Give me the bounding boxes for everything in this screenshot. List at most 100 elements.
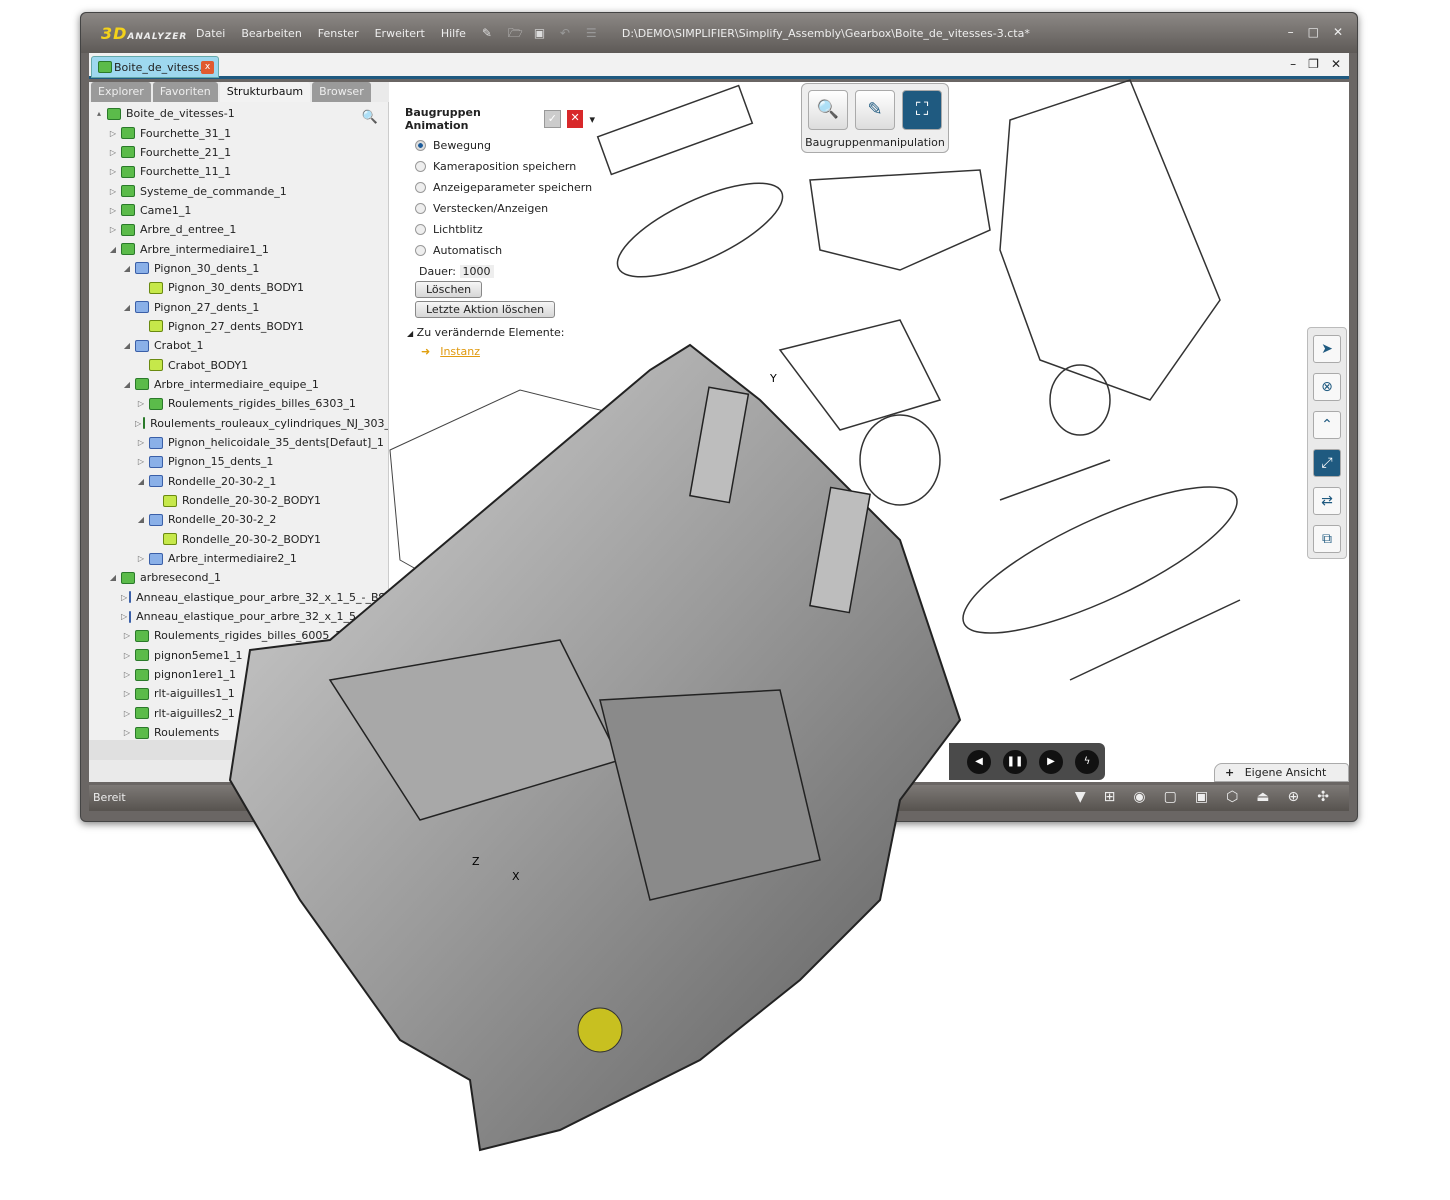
doc-restore-icon[interactable]: ❐ — [1308, 57, 1319, 71]
tree-item[interactable]: Rondelle_20-30-2_BODY1 — [89, 491, 388, 510]
doc-minimize-icon[interactable]: – — [1290, 57, 1296, 71]
explode-icon[interactable]: ⧉ — [1313, 525, 1341, 553]
expand-toggle-icon[interactable]: ▷ — [135, 457, 147, 466]
plane-icon[interactable]: ⏏ — [1256, 789, 1269, 805]
previous-icon[interactable]: ◀ — [967, 749, 991, 774]
tab-favoriten[interactable]: Favoriten — [152, 82, 218, 102]
menu-erweitert[interactable]: Erweitert — [375, 27, 425, 40]
expand-toggle-icon[interactable]: ▷ — [135, 438, 147, 447]
tree-item[interactable]: ▷ pignon1ere1_1 — [89, 665, 388, 684]
tree-item[interactable]: Crabot_BODY1 — [89, 355, 388, 374]
tree-item[interactable]: ◢ Crabot_1 — [89, 336, 388, 355]
expand-toggle-icon[interactable]: ◢ — [121, 264, 133, 273]
edit-list-icon[interactable]: ✎ — [855, 90, 895, 130]
list-icon[interactable]: ☰ — [586, 26, 600, 40]
pause-icon[interactable]: ❚❚ — [1003, 749, 1027, 774]
box-icon[interactable]: ▢ — [1164, 789, 1177, 805]
up-arrow-icon[interactable]: ⌃ — [1313, 411, 1341, 439]
undo-icon[interactable]: ↶ — [560, 26, 574, 40]
radio-icon[interactable] — [415, 140, 426, 151]
tree-item[interactable]: ◢ Rondelle_20-30-2_2 — [89, 510, 388, 529]
play-icon[interactable]: ▶ — [1039, 749, 1063, 774]
horizontal-scrollbar[interactable] — [89, 740, 388, 760]
expand-toggle-icon[interactable]: ◢ — [121, 303, 133, 312]
tree-item[interactable]: ▷ rlt-aiguilles1_1 — [89, 684, 388, 703]
menu-bearbeiten[interactable]: Bearbeiten — [241, 27, 301, 40]
expand-toggle-icon[interactable]: ▴ — [93, 109, 105, 118]
tree-item[interactable]: ▷ Fourchette_31_1 — [89, 123, 388, 142]
radio-option[interactable]: Bewegung — [415, 135, 595, 156]
tree-item[interactable]: ▴ Boite_de_vitesses-1 — [89, 104, 388, 123]
target-icon[interactable]: ⊕ — [1288, 789, 1300, 805]
plus-icon[interactable]: + — [1225, 766, 1234, 779]
radio-icon[interactable] — [415, 203, 426, 214]
menu-hilfe[interactable]: Hilfe — [441, 27, 466, 40]
tree-item[interactable]: ▷ rlt-aiguilles2_1 — [89, 704, 388, 723]
expand-toggle-icon[interactable]: ▷ — [121, 689, 133, 698]
tree-item[interactable]: ▷ Systeme_de_commande_1 — [89, 181, 388, 200]
pin-icon[interactable]: ✎ — [482, 26, 496, 40]
expand-toggle-icon[interactable]: ▷ — [135, 419, 141, 428]
radio-icon[interactable] — [415, 224, 426, 235]
open-folder-icon[interactable]: 🗁 — [508, 26, 523, 40]
fit-view-icon[interactable]: ⤢ — [1313, 449, 1341, 477]
radio-option[interactable]: Lichtblitz — [415, 219, 595, 240]
radio-option[interactable]: Verstecken/Anzeigen — [415, 198, 595, 219]
radio-option[interactable]: Anzeigeparameter speichern — [415, 177, 595, 198]
expand-toggle-icon[interactable]: ◢ — [121, 380, 133, 389]
expand-toggle-icon[interactable]: ▷ — [121, 728, 133, 737]
delete-last-action-button[interactable]: Letzte Aktion löschen — [415, 301, 556, 318]
instance-link[interactable]: Instanz — [440, 345, 480, 358]
search-icon[interactable]: 🔍 — [362, 110, 378, 125]
minimize-icon[interactable]: – — [1288, 25, 1294, 39]
3d-viewport[interactable]: Baugruppen Animation ✓ ✕ ▾ Bewegung Kamer… — [389, 82, 1349, 782]
tree-item[interactable]: Rondelle_20-30-2_BODY1 — [89, 530, 388, 549]
radio-icon[interactable] — [415, 182, 426, 193]
document-tab[interactable]: Boite_de_vitess... x — [91, 56, 219, 78]
tree-item[interactable]: ▷ pignon5eme1_1 — [89, 646, 388, 665]
select-cursor-icon[interactable]: ➤ — [1313, 335, 1341, 363]
tree-item[interactable]: ◢ Pignon_27_dents_1 — [89, 297, 388, 316]
expand-toggle-icon[interactable]: ▷ — [107, 187, 119, 196]
cancel-button[interactable]: ✕ — [566, 110, 584, 128]
tree-item[interactable]: ▷ Anneau_elastique_pour_arbre_32_x_1_5_-_… — [89, 607, 388, 626]
tree-item[interactable]: Pignon_30_dents_BODY1 — [89, 278, 388, 297]
cube-icon[interactable]: ⬡ — [1226, 789, 1238, 805]
expand-toggle-icon[interactable]: ▷ — [107, 129, 119, 138]
custom-view-tab[interactable]: + Eigene Ansicht — [1214, 763, 1349, 782]
filter-icon[interactable]: ▼ — [1075, 789, 1086, 805]
tree-item[interactable]: ▷ Arbre_d_entree_1 — [89, 220, 388, 239]
expand-toggle-icon[interactable]: ◢ — [135, 477, 147, 486]
expand-toggle-icon[interactable]: ▷ — [121, 651, 133, 660]
radio-icon[interactable] — [415, 245, 426, 256]
inspect-icon[interactable]: 🔍 — [808, 90, 848, 130]
expand-toggle-icon[interactable]: ▷ — [107, 148, 119, 157]
tree-item[interactable]: ◢ Arbre_intermediaire1_1 — [89, 239, 388, 258]
swap-icon[interactable]: ⇄ — [1313, 487, 1341, 515]
expand-toggle-icon[interactable]: ▷ — [107, 225, 119, 234]
radio-option[interactable]: Kameraposition speichern — [415, 156, 595, 177]
expand-toggle-icon[interactable]: ▷ — [121, 670, 133, 679]
menu-fenster[interactable]: Fenster — [318, 27, 359, 40]
expand-toggle-icon[interactable]: ◢ — [107, 245, 119, 254]
maximize-icon[interactable]: □ — [1308, 25, 1319, 39]
expand-toggle-icon[interactable]: ◢ — [107, 573, 119, 582]
hierarchy-icon[interactable]: ⊞ — [1104, 789, 1116, 805]
radio-icon[interactable] — [415, 161, 426, 172]
expand-toggle-icon[interactable]: ▷ — [121, 612, 127, 621]
expand-toggle-icon[interactable]: ▷ — [135, 554, 147, 563]
flash-icon[interactable]: ϟ — [1075, 749, 1099, 774]
tree-item[interactable]: ▷ Roulements_rigides_billes_6303_1 — [89, 394, 388, 413]
tree-item[interactable]: ▷ Came1_1 — [89, 201, 388, 220]
close-tab-icon[interactable]: x — [201, 61, 214, 74]
tree-item[interactable]: ▷ Fourchette_11_1 — [89, 162, 388, 181]
assembly-manipulation-icon[interactable]: ⛶ — [902, 90, 942, 130]
expand-toggle-icon[interactable]: ▷ — [121, 709, 133, 718]
tree-item[interactable]: Pignon_27_dents_BODY1 — [89, 317, 388, 336]
tree-item[interactable]: ▷ Anneau_elastique_pour_arbre_32_x_1_5_-_… — [89, 588, 388, 607]
save-icon[interactable]: ▣ — [534, 26, 548, 40]
confirm-button[interactable]: ✓ — [543, 110, 561, 128]
expand-toggle-icon[interactable]: ▷ — [121, 631, 133, 640]
tree-item[interactable]: ◢ Pignon_30_dents_1 — [89, 259, 388, 278]
tab-strukturbaum[interactable]: Strukturbaum — [219, 82, 311, 102]
